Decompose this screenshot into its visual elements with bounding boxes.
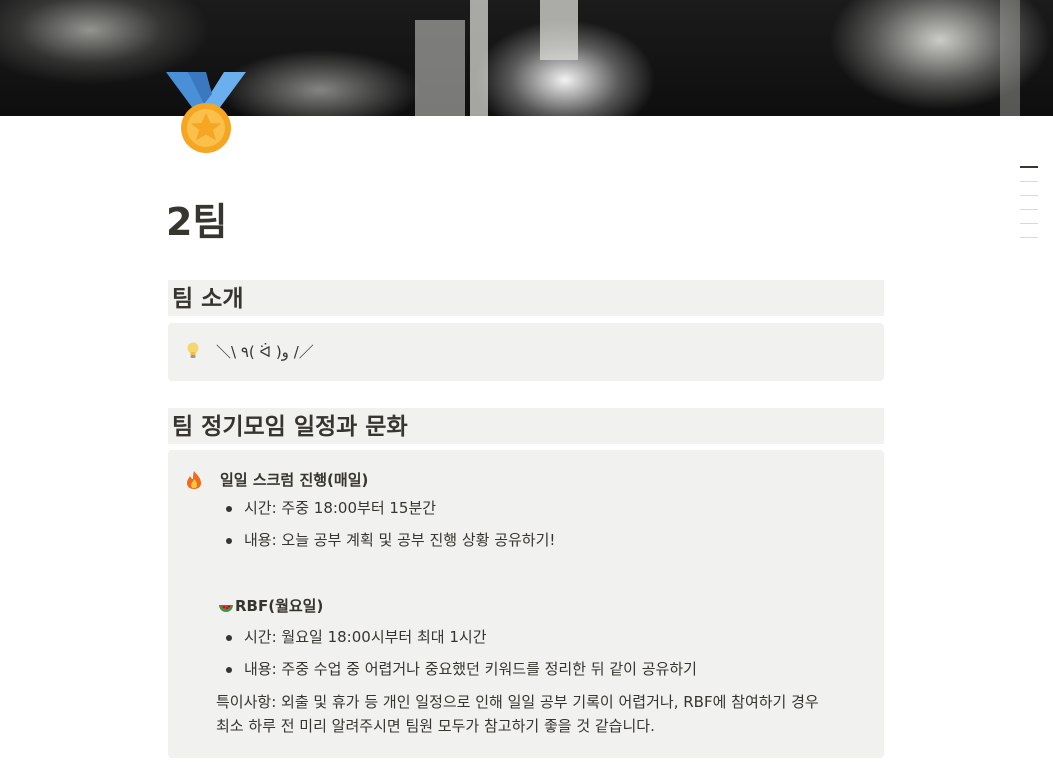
- fire-icon[interactable]: [185, 470, 203, 494]
- page-title[interactable]: 2팀: [166, 196, 227, 248]
- list-item: 내용: 주중 수업 중 어렵거나 중요했던 키워드를 정리한 뒤 같이 공유하기: [244, 660, 697, 678]
- launch-tower: [415, 20, 465, 116]
- list-item: 시간: 주중 18:00부터 15분간: [244, 499, 437, 517]
- bullet-icon: [226, 506, 232, 512]
- toc-tick[interactable]: [1020, 209, 1038, 210]
- toc-tick[interactable]: [1020, 223, 1038, 224]
- bullet-icon: [226, 538, 232, 544]
- launch-tower: [470, 0, 488, 116]
- section-heading-team-intro[interactable]: 팀 소개: [168, 280, 884, 316]
- toc-tick[interactable]: [1020, 195, 1038, 196]
- rbf-title: RBF(월요일): [235, 597, 324, 615]
- cover-image: [0, 0, 1053, 116]
- note-text: 특이사항: 외출 및 휴가 등 개인 일정으로 인해 일일 공부 기록이 어렵거…: [216, 693, 819, 711]
- callout-team-intro[interactable]: ＼\ ٩( ᐛ )و /／: [168, 323, 884, 381]
- toc-tick[interactable]: [1020, 237, 1038, 238]
- medal-icon[interactable]: [166, 72, 246, 154]
- toc-tick[interactable]: [1020, 166, 1038, 168]
- rocket-body: [540, 0, 578, 60]
- bullet-icon: [226, 667, 232, 673]
- list-item: 내용: 오늘 공부 계획 및 공부 진행 상황 공유하기!: [244, 531, 556, 549]
- toc-tick[interactable]: [1020, 181, 1038, 182]
- list-item: 시간: 월요일 18:00시부터 최대 1시간: [244, 628, 487, 646]
- gantry: [1000, 0, 1020, 116]
- watermelon-icon: [218, 600, 234, 619]
- lightbulb-icon[interactable]: [186, 342, 200, 364]
- scrum-title: 일일 스크럼 진행(매일): [220, 471, 369, 489]
- section-heading-meeting[interactable]: 팀 정기모임 일정과 문화: [168, 408, 884, 444]
- callout-text: ＼\ ٩( ᐛ )و /／: [216, 343, 314, 361]
- table-of-contents[interactable]: [1020, 166, 1038, 251]
- note-text: 최소 하루 전 미리 알려주시면 팀원 모두가 참고하기 좋을 것 같습니다.: [216, 717, 655, 735]
- callout-meeting[interactable]: 일일 스크럼 진행(매일) 시간: 주중 18:00부터 15분간 내용: 오늘…: [168, 450, 884, 758]
- bullet-icon: [226, 635, 232, 641]
